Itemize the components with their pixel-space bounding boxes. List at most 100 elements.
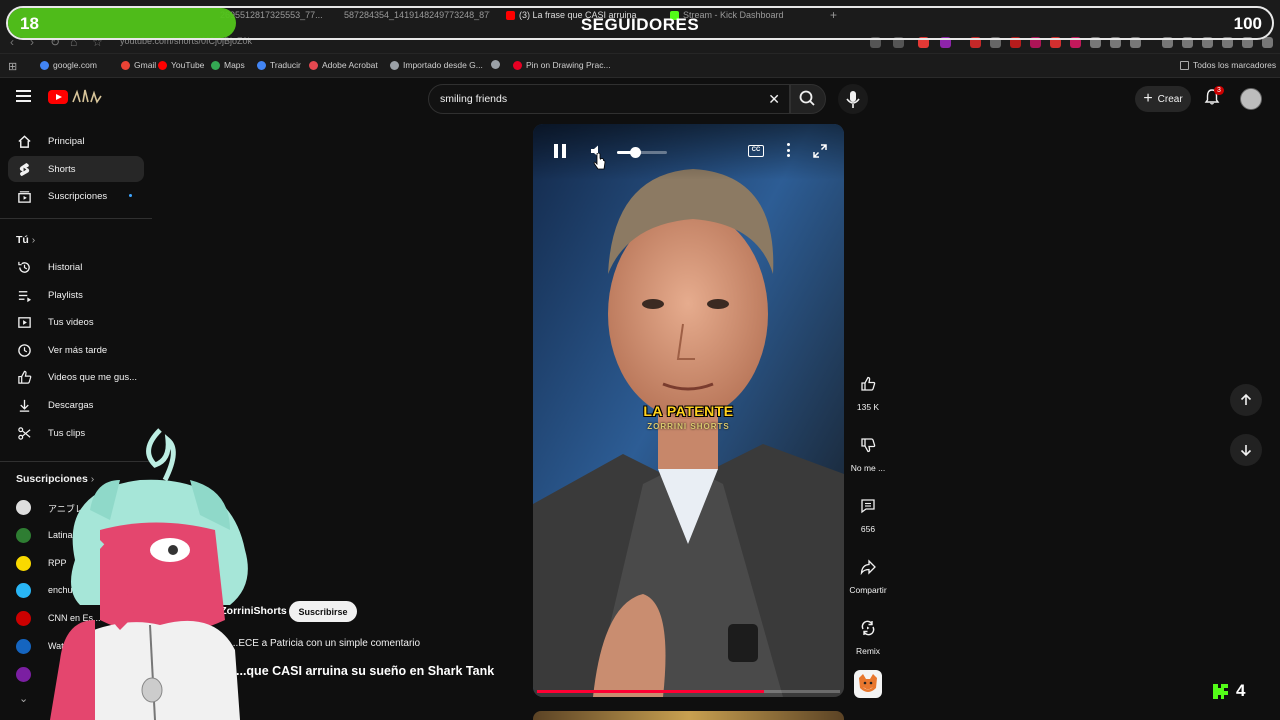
bookmark-item[interactable]: Adobe Acrobat	[309, 60, 378, 70]
bookmarks-bar: ⊞ google.com Gmail YouTube Maps Traducir Adob…	[0, 54, 1280, 78]
video-icon	[18, 317, 31, 329]
microphone-icon	[846, 91, 860, 108]
next-short-button[interactable]	[1230, 434, 1262, 466]
youtube-logo-icon[interactable]	[48, 90, 68, 104]
new-content-dot	[129, 194, 132, 197]
sidebar-item-principal[interactable]: Principal	[8, 128, 144, 154]
remix-label: Remix	[855, 646, 881, 656]
bookmark-label: Gmail	[134, 60, 157, 70]
bookmark-label: Traducir	[270, 60, 301, 70]
like-button[interactable]: 135 K	[847, 370, 889, 412]
sidebar-item-suscripciones[interactable]: Suscripciones	[8, 183, 144, 209]
dislike-button[interactable]: No me ...	[847, 431, 889, 473]
sidebar-item-label: Principal	[48, 136, 85, 147]
bookmark-favicon-icon	[513, 60, 522, 70]
divider	[0, 218, 152, 219]
channel-avatar	[16, 611, 31, 627]
captions-button[interactable]: CC	[748, 145, 764, 157]
subscribe-button[interactable]: Suscribirse	[289, 601, 357, 622]
bookmark-item[interactable]: Pin on Drawing Prac...	[513, 60, 611, 70]
follower-goal-target: 100	[1233, 14, 1262, 33]
comment-icon	[861, 499, 875, 514]
mouse-cursor-hand-icon	[593, 153, 606, 170]
share-button[interactable]: Compartir	[847, 553, 889, 595]
share-label: Compartir	[849, 585, 887, 595]
folder-icon	[1180, 60, 1189, 70]
search-box[interactable]: smiling friends ✕	[428, 84, 790, 114]
playlist-icon	[18, 290, 32, 302]
bookmark-label: YouTube	[171, 60, 205, 70]
voice-search-button[interactable]	[838, 84, 868, 114]
bookmark-label: Importado desde G...	[403, 60, 483, 70]
remix-button[interactable]: Remix	[847, 614, 889, 656]
bookmark-favicon-icon	[121, 60, 130, 70]
like-count: 135 K	[856, 402, 880, 412]
video-title[interactable]: ...que CASI arruina su sueño en Shark Ta…	[236, 664, 494, 678]
sidebar-item-shorts[interactable]: Shorts	[8, 156, 144, 182]
youtube-doodle-logo[interactable]	[71, 88, 103, 104]
sidebar-item-label: Videos que me gus...	[48, 372, 138, 384]
show-more-chevron-icon[interactable]: ⌄	[19, 692, 28, 705]
sidebar-item-historial[interactable]: Historial	[8, 254, 144, 280]
volume-slider-handle[interactable]	[629, 147, 641, 158]
previous-short-button[interactable]	[1230, 384, 1262, 416]
sidebar-item-ver-m-s-tarde[interactable]: Ver más tarde	[8, 337, 144, 363]
bookmark-label: Maps	[224, 60, 245, 70]
channel-avatar	[16, 555, 31, 571]
hamburger-menu-icon[interactable]	[16, 90, 31, 102]
youtube-masthead: smiling friends ✕ + Crear 3	[0, 78, 1280, 120]
channel-avatar	[16, 527, 31, 543]
sidebar-item-label: Shorts	[48, 164, 76, 175]
video-progress-bar[interactable]	[537, 690, 840, 693]
bookmark-item[interactable]: Maps	[211, 60, 245, 70]
search-button[interactable]	[790, 84, 826, 114]
bookmark-favicon-icon	[158, 60, 167, 70]
bookmark-item[interactable]: Gmail	[121, 60, 156, 70]
you-section-header[interactable]: Tú ›	[16, 234, 35, 246]
sidebar-item-label: Historial	[48, 262, 83, 273]
all-bookmarks-button[interactable]: Todos los marcadores	[1180, 60, 1276, 70]
sidebar-item-playlists[interactable]: Playlists	[8, 282, 144, 308]
volume-slider[interactable]	[617, 147, 667, 158]
sidebar-item-label: Tus videos	[48, 317, 94, 329]
bookmark-label: Pin on Drawing Prac...	[526, 60, 611, 70]
bookmark-favicon-icon	[491, 60, 500, 69]
bookmark-item[interactable]: Traducir	[257, 60, 301, 70]
sidebar-item-label: Descargas	[48, 400, 94, 411]
pause-button[interactable]	[554, 144, 566, 158]
user-avatar[interactable]	[1240, 88, 1262, 110]
shorts-icon	[19, 162, 30, 177]
next-short-preview[interactable]	[533, 711, 844, 720]
fullscreen-icon[interactable]	[813, 144, 827, 158]
more-options-icon[interactable]	[786, 143, 790, 157]
sidebar-item-descargas[interactable]: Descargas	[8, 392, 144, 418]
sidebar-item-videos-que-me-gus[interactable]: Videos que me gus...	[8, 364, 144, 390]
player-controls: CC	[533, 124, 844, 180]
bookmark-label: google.com	[53, 60, 97, 70]
create-button[interactable]: + Crear	[1135, 86, 1191, 112]
search-input[interactable]: smiling friends	[440, 93, 507, 105]
sidebar-item-tus-videos[interactable]: Tus videos	[8, 309, 144, 335]
clear-search-icon[interactable]: ✕	[768, 91, 780, 108]
shorts-player[interactable]: CC LA PATENTE ZORRINI SHORTS	[533, 124, 844, 697]
subscribe-label: Suscribirse	[298, 606, 348, 617]
notification-badge: 3	[1214, 86, 1224, 95]
channel-avatar	[16, 583, 31, 599]
sound-thumbnail[interactable]	[854, 670, 882, 698]
bookmark-item[interactable]	[491, 60, 500, 69]
video-watermark: ZORRINI SHORTS	[647, 422, 730, 431]
kick-viewer-count: 4	[1236, 681, 1246, 700]
sidebar-item-label: Playlists	[48, 289, 83, 301]
scissors-icon	[18, 426, 31, 440]
chevron-right-icon: ›	[31, 234, 36, 246]
bookmark-item[interactable]: google.com	[40, 60, 97, 70]
bookmark-item[interactable]: Importado desde G...	[390, 60, 483, 70]
create-label: Crear	[1157, 93, 1183, 105]
video-progress-fill	[537, 690, 765, 693]
fox-avatar-icon	[859, 674, 877, 692]
bookmark-item[interactable]: YouTube	[158, 60, 204, 70]
bookmark-label: Adobe Acrobat	[322, 60, 378, 70]
sidebar-item-label: Ver más tarde	[48, 344, 108, 356]
comments-button[interactable]: 656	[847, 492, 889, 534]
apps-grid-icon[interactable]: ⊞	[8, 60, 17, 73]
